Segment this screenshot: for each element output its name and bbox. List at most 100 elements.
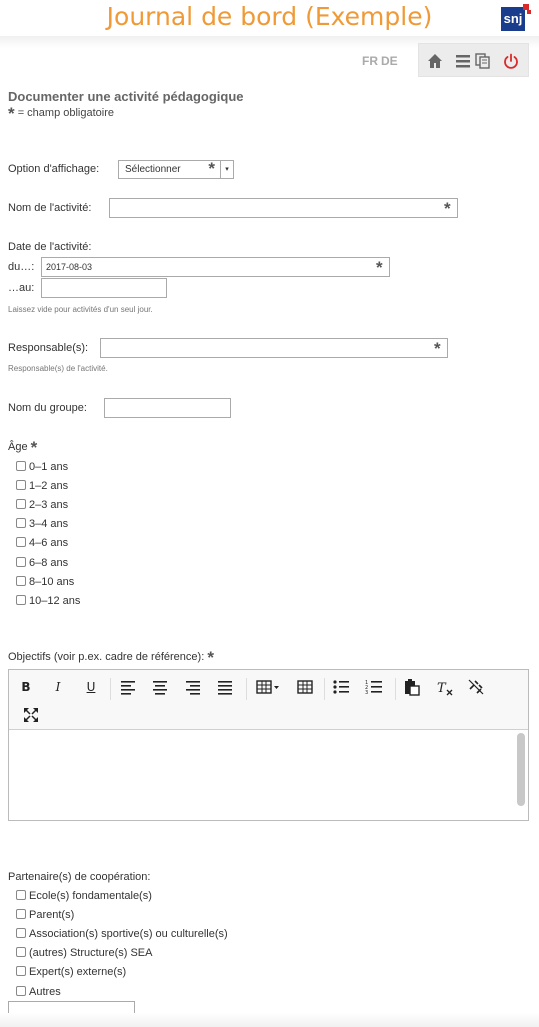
date-to-label: …au: [8, 282, 35, 294]
date-from-input[interactable]: 2017-08-03 [41, 257, 390, 277]
checkbox[interactable] [16, 928, 26, 938]
bullet-list-icon[interactable] [331, 677, 351, 697]
editor-content[interactable] [9, 731, 515, 820]
paste-icon[interactable] [402, 677, 422, 697]
checkbox[interactable] [16, 518, 26, 528]
partner-option-label: Association(s) sportive(s) ou culturelle… [29, 928, 228, 940]
top-toolbar [418, 43, 529, 77]
responsible-label: Responsable(s): [8, 342, 89, 354]
partners-label: Partenaire(s) de coopération: [8, 871, 151, 883]
required-star-icon: * [207, 648, 214, 667]
age-option[interactable]: 8–10 ans [16, 575, 74, 589]
language-de-link[interactable]: DE [381, 54, 398, 68]
objectives-label-text: Objectifs (voir p.ex. cadre de référence… [8, 651, 205, 663]
age-option[interactable]: 10–12 ans [16, 594, 80, 608]
activity-date-label: Date de l'activité: [8, 241, 92, 253]
objectives-label: Objectifs (voir p.ex. cadre de référence… [8, 648, 214, 667]
align-justify-icon[interactable] [215, 677, 235, 697]
date-to-input[interactable] [41, 278, 167, 298]
age-option[interactable]: 2–3 ans [16, 498, 68, 512]
partner-option-label: Autres [29, 986, 61, 998]
app-header: Journal de bord (Exemple) snj [0, 0, 539, 36]
underline-icon[interactable]: U [81, 677, 101, 697]
checkbox[interactable] [16, 909, 26, 919]
age-option-label: 10–12 ans [29, 595, 81, 607]
partner-option[interactable]: Expert(s) externe(s) [16, 965, 126, 979]
required-star-icon: * [376, 258, 383, 277]
bold-icon[interactable]: B [16, 677, 36, 697]
svg-text:3: 3 [365, 690, 368, 696]
required-star-icon: * [8, 104, 15, 123]
editor-scrollbar[interactable] [517, 733, 525, 806]
date-from-label: du…: [8, 261, 35, 273]
checkbox[interactable] [16, 480, 26, 490]
checkbox[interactable] [16, 576, 26, 586]
age-option-label: 3–4 ans [29, 518, 69, 530]
align-left-icon[interactable] [118, 677, 138, 697]
date-hint: Laissez vide pour activités d'un seul jo… [8, 305, 153, 314]
table-menu-icon[interactable] [255, 677, 281, 697]
display-option-label: Option d'affichage: [8, 163, 100, 175]
required-star-icon: * [434, 339, 441, 358]
bottom-shadow [0, 1013, 539, 1027]
numbered-list-icon[interactable]: 1 2 3 [364, 677, 384, 697]
required-legend: * = champ obligatoire [8, 104, 114, 123]
logo-accent-small [527, 10, 531, 14]
partner-option-label: (autres) Structure(s) SEA [29, 947, 153, 959]
age-option[interactable]: 6–8 ans [16, 556, 68, 570]
group-name-input[interactable] [104, 398, 231, 418]
toolbar-separator [246, 678, 247, 700]
unlink-icon[interactable] [466, 677, 486, 697]
age-option-label: 0–1 ans [29, 461, 69, 473]
clear-format-icon[interactable]: T [434, 677, 454, 697]
checkbox[interactable] [16, 966, 26, 976]
power-icon[interactable] [503, 53, 519, 69]
toolbar-separator [324, 678, 325, 700]
language-fr-link[interactable]: FR [362, 54, 378, 68]
partner-option-label: Ecole(s) fondamentale(s) [29, 890, 152, 902]
partner-option[interactable]: Ecole(s) fondamentale(s) [16, 889, 152, 903]
responsible-input[interactable] [100, 338, 448, 358]
chevron-down-icon[interactable]: ▾ [220, 161, 233, 178]
home-icon[interactable] [427, 53, 443, 69]
italic-icon[interactable]: I [48, 677, 68, 697]
age-option[interactable]: 3–4 ans [16, 517, 68, 531]
age-option-label: 6–8 ans [29, 557, 69, 569]
age-label-text: Âge [8, 441, 28, 453]
age-option[interactable]: 0–1 ans [16, 460, 68, 474]
partner-option[interactable]: Association(s) sportive(s) ou culturelle… [16, 927, 228, 941]
logo-text: snj [501, 7, 525, 31]
partner-option-label: Parent(s) [29, 909, 75, 921]
age-option[interactable]: 1–2 ans [16, 479, 68, 493]
checkbox[interactable] [16, 461, 26, 471]
partner-option[interactable]: Autres [16, 985, 61, 999]
checkbox[interactable] [16, 499, 26, 509]
app-title: Journal de bord (Exemple) [106, 2, 433, 31]
checkbox[interactable] [16, 537, 26, 547]
toolbar-separator [110, 678, 111, 700]
list-icon[interactable] [455, 53, 471, 69]
required-star-icon: * [444, 199, 451, 218]
checkbox[interactable] [16, 595, 26, 605]
responsible-hint: Responsable(s) de l'activité. [8, 364, 108, 373]
snj-logo[interactable]: snj [499, 3, 533, 33]
align-center-icon[interactable] [150, 677, 170, 697]
display-option-value: Sélectionner [125, 164, 181, 175]
fullscreen-icon[interactable] [21, 705, 41, 725]
copy-icon[interactable] [475, 53, 491, 69]
display-option-select[interactable]: Sélectionner * ▾ [118, 160, 234, 179]
partner-option[interactable]: (autres) Structure(s) SEA [16, 946, 152, 960]
align-right-icon[interactable] [183, 677, 203, 697]
checkbox[interactable] [16, 890, 26, 900]
group-name-label: Nom du groupe: [8, 402, 87, 414]
checkbox[interactable] [16, 986, 26, 996]
svg-text:T: T [437, 681, 447, 696]
partner-option[interactable]: Parent(s) [16, 908, 74, 922]
table-icon[interactable] [295, 677, 315, 697]
activity-name-input[interactable] [109, 198, 458, 218]
checkbox[interactable] [16, 947, 26, 957]
checkbox[interactable] [16, 557, 26, 567]
age-option-label: 2–3 ans [29, 499, 69, 511]
objectives-editor: B I U 1 2 3 T [8, 669, 529, 821]
age-option[interactable]: 4–6 ans [16, 536, 68, 550]
